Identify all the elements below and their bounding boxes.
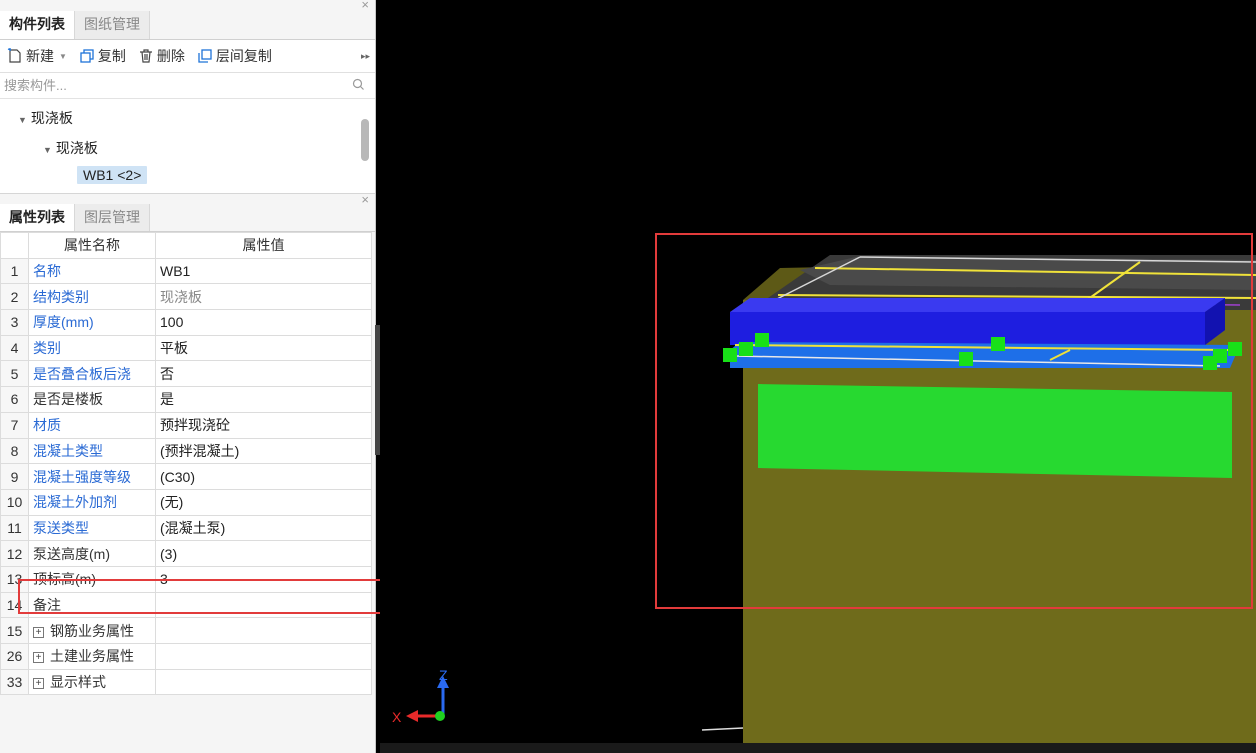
tab-component-list[interactable]: 构件列表 [0, 11, 75, 39]
floor-copy-button[interactable]: 层间复制 [197, 46, 272, 66]
component-tabs: 构件列表 图纸管理 [0, 11, 375, 40]
close-icon[interactable]: × [361, 0, 369, 12]
table-row[interactable]: 8 混凝土类型 (预拌混凝土) [0, 437, 372, 465]
table-row[interactable]: 12 泵送高度(m) (3) [0, 540, 372, 567]
left-panel: × 构件列表 图纸管理 新建 ▼ 复制 删除 层间复制 ▸▸ ▼现浇板 ▼现浇板… [0, 0, 376, 753]
table-row[interactable]: 11 泵送类型 (混凝土泵) [0, 514, 372, 542]
table-header: 属性名称 属性值 [0, 232, 372, 259]
table-row[interactable]: 7 材质 预拌现浇砼 [0, 411, 372, 439]
table-row[interactable]: 10 混凝土外加剂 (无) [0, 488, 372, 516]
tree-scrollbar[interactable] [361, 119, 369, 161]
tree-node-root[interactable]: ▼ 现浇板 [18, 108, 73, 128]
lower-slab[interactable] [730, 342, 1240, 368]
table-row[interactable]: 4 类别 平板 [0, 334, 372, 362]
new-button[interactable]: 新建 ▼ [7, 46, 67, 66]
table-row[interactable]: 6 是否是楼板是 [0, 386, 372, 413]
tree-node-child[interactable]: ▼ 现浇板 [43, 138, 98, 158]
trash-icon [139, 49, 152, 63]
table-row[interactable]: 9 混凝土强度等级 (C30) [0, 463, 372, 490]
table-row[interactable]: 2 结构类别 现浇板 [0, 283, 372, 311]
delete-button[interactable]: 删除 [138, 46, 185, 66]
tab-layer-management[interactable]: 图层管理 [75, 204, 150, 231]
expand-icon[interactable]: + [33, 678, 44, 690]
blue-beam[interactable] [730, 298, 1225, 345]
property-tabs: 属性列表 图层管理 [0, 204, 375, 232]
new-icon [7, 48, 21, 63]
column-header-value: 属性值 [155, 232, 372, 259]
tab-drawing-management[interactable]: 图纸管理 [75, 11, 150, 39]
floor-copy-icon [198, 49, 212, 63]
component-tree: ▼ 现浇板 ▼ 现浇板 WB1 <2> [0, 99, 375, 194]
search-icon[interactable] [352, 78, 365, 91]
more-tools-icon[interactable]: ▸▸ [361, 51, 370, 62]
table-row[interactable]: 33 + 显示样式 [0, 668, 372, 696]
tree-item-wb1[interactable]: WB1 <2> [77, 166, 148, 184]
table-row[interactable]: 26 + 土建业务属性 [0, 643, 372, 670]
expand-icon[interactable]: + [33, 652, 44, 664]
caret-down-icon: ▼ [18, 115, 27, 125]
expand-icon[interactable]: + [33, 626, 44, 638]
axis-x-label: X [392, 709, 402, 725]
highlight-box-row-13 [18, 579, 388, 614]
caret-down-icon: ▼ [43, 145, 52, 155]
search-input[interactable] [0, 78, 334, 93]
copy-icon [80, 49, 94, 63]
table-row[interactable]: 3 厚度(mm) 100 [0, 309, 372, 336]
property-table: 属性名称 属性值 1 名称 WB1 2 结构类别 现浇板 3 厚度(mm) 100 4 类别平… [0, 232, 372, 696]
table-row[interactable]: 15 + 钢筋业务属性 [0, 617, 372, 644]
column-header-name: 属性名称 [28, 232, 156, 259]
viewport-bottom-strip [380, 743, 1256, 753]
table-row[interactable]: 1 名称 WB1 [0, 257, 372, 285]
axis-z-label: Z [439, 667, 448, 683]
green-opening[interactable] [758, 384, 1232, 478]
table-row[interactable]: 5 是否叠合板后浇否 [0, 360, 372, 388]
tab-property-list[interactable]: 属性列表 [0, 204, 75, 231]
search-bar [0, 73, 375, 99]
component-toolbar: 新建 ▼ 复制 删除 层间复制 ▸▸ [0, 40, 375, 73]
chevron-down-icon: ▼ [59, 51, 67, 61]
3d-viewport[interactable]: Z X [380, 0, 1256, 753]
copy-button[interactable]: 复制 [79, 46, 126, 66]
close-icon[interactable]: × [361, 192, 369, 207]
